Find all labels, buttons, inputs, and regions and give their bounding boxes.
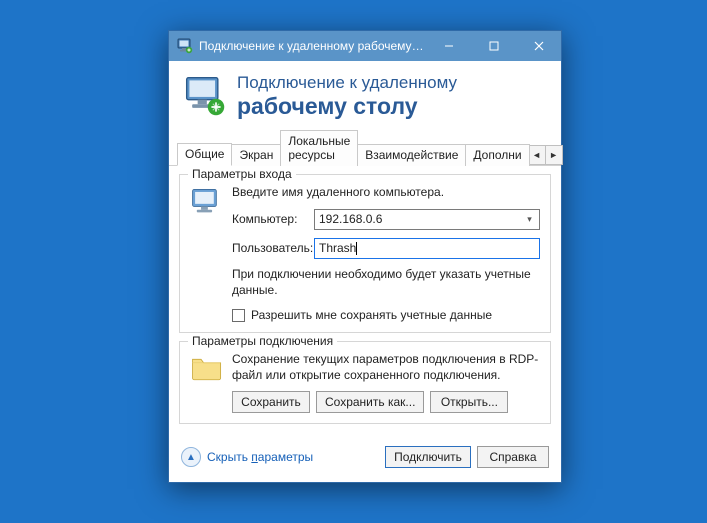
chevron-down-icon: ▾ <box>522 212 537 227</box>
tab-scroll-left[interactable]: ◄ <box>528 145 546 165</box>
titlebar: Подключение к удаленному рабочему с... <box>169 31 561 61</box>
computer-value: 192.168.0.6 <box>319 212 382 226</box>
group-connection-legend: Параметры подключения <box>188 334 337 348</box>
header-line2: рабочему столу <box>237 93 457 119</box>
tab-experience[interactable]: Взаимодействие <box>357 144 466 166</box>
open-button[interactable]: Открыть... <box>430 391 508 413</box>
header: Подключение к удаленному рабочему столу <box>169 61 561 129</box>
user-input[interactable]: Thrash <box>314 238 540 259</box>
connection-buttons: Сохранить Сохранить как... Открыть... <box>232 391 540 413</box>
rdp-window: Подключение к удаленному рабочему с... П… <box>168 30 562 483</box>
credentials-note: При подключении необходимо будет указать… <box>232 267 540 298</box>
save-credentials-label: Разрешить мне сохранять учетные данные <box>251 308 492 322</box>
save-as-button[interactable]: Сохранить как... <box>316 391 424 413</box>
save-credentials-row[interactable]: Разрешить мне сохранять учетные данные <box>232 308 540 322</box>
computer-label: Компьютер: <box>232 212 314 226</box>
save-button[interactable]: Сохранить <box>232 391 310 413</box>
tab-local[interactable]: Локальные ресурсы <box>280 130 358 166</box>
maximize-button[interactable] <box>471 31 516 61</box>
rdp-icon <box>183 74 227 118</box>
tab-general[interactable]: Общие <box>177 143 232 166</box>
user-value: Thrash <box>319 241 356 255</box>
help-button[interactable]: Справка <box>477 446 549 468</box>
hide-options-link[interactable]: ▲ Скрыть параметры <box>181 447 313 467</box>
user-label: Пользователь: <box>232 241 314 255</box>
tab-display[interactable]: Экран <box>231 144 281 166</box>
header-text: Подключение к удаленному рабочему столу <box>237 73 457 119</box>
footer: ▲ Скрыть параметры Подключить Справка <box>169 438 561 482</box>
group-login: Параметры входа Введите имя удаленного к… <box>179 174 551 333</box>
chevron-up-icon: ▲ <box>181 447 201 467</box>
folder-icon <box>190 352 224 382</box>
header-line1: Подключение к удаленному <box>237 73 457 93</box>
computer-combo[interactable]: 192.168.0.6 ▾ <box>314 209 540 230</box>
tab-body: Параметры входа Введите имя удаленного к… <box>169 166 561 438</box>
connection-text: Сохранение текущих параметров подключени… <box>232 352 540 383</box>
tabstrip: Общие Экран Локальные ресурсы Взаимодейс… <box>169 129 561 166</box>
window-title: Подключение к удаленному рабочему с... <box>199 39 426 53</box>
group-login-legend: Параметры входа <box>188 167 296 181</box>
tab-scroll: ◄ ► <box>529 145 563 165</box>
tab-scroll-right[interactable]: ► <box>545 145 563 165</box>
minimize-button[interactable] <box>426 31 471 61</box>
save-credentials-checkbox[interactable] <box>232 309 245 322</box>
group-connection: Параметры подключения Сохранение текущих… <box>179 341 551 424</box>
login-instruction: Введите имя удаленного компьютера. <box>232 185 540 199</box>
text-cursor <box>356 242 357 255</box>
connect-button[interactable]: Подключить <box>385 446 471 468</box>
app-icon <box>177 38 193 54</box>
tab-advanced[interactable]: Дополни <box>465 144 529 166</box>
close-button[interactable] <box>516 31 561 61</box>
hide-options-label: Скрыть параметры <box>207 450 313 464</box>
computer-icon <box>190 186 224 220</box>
